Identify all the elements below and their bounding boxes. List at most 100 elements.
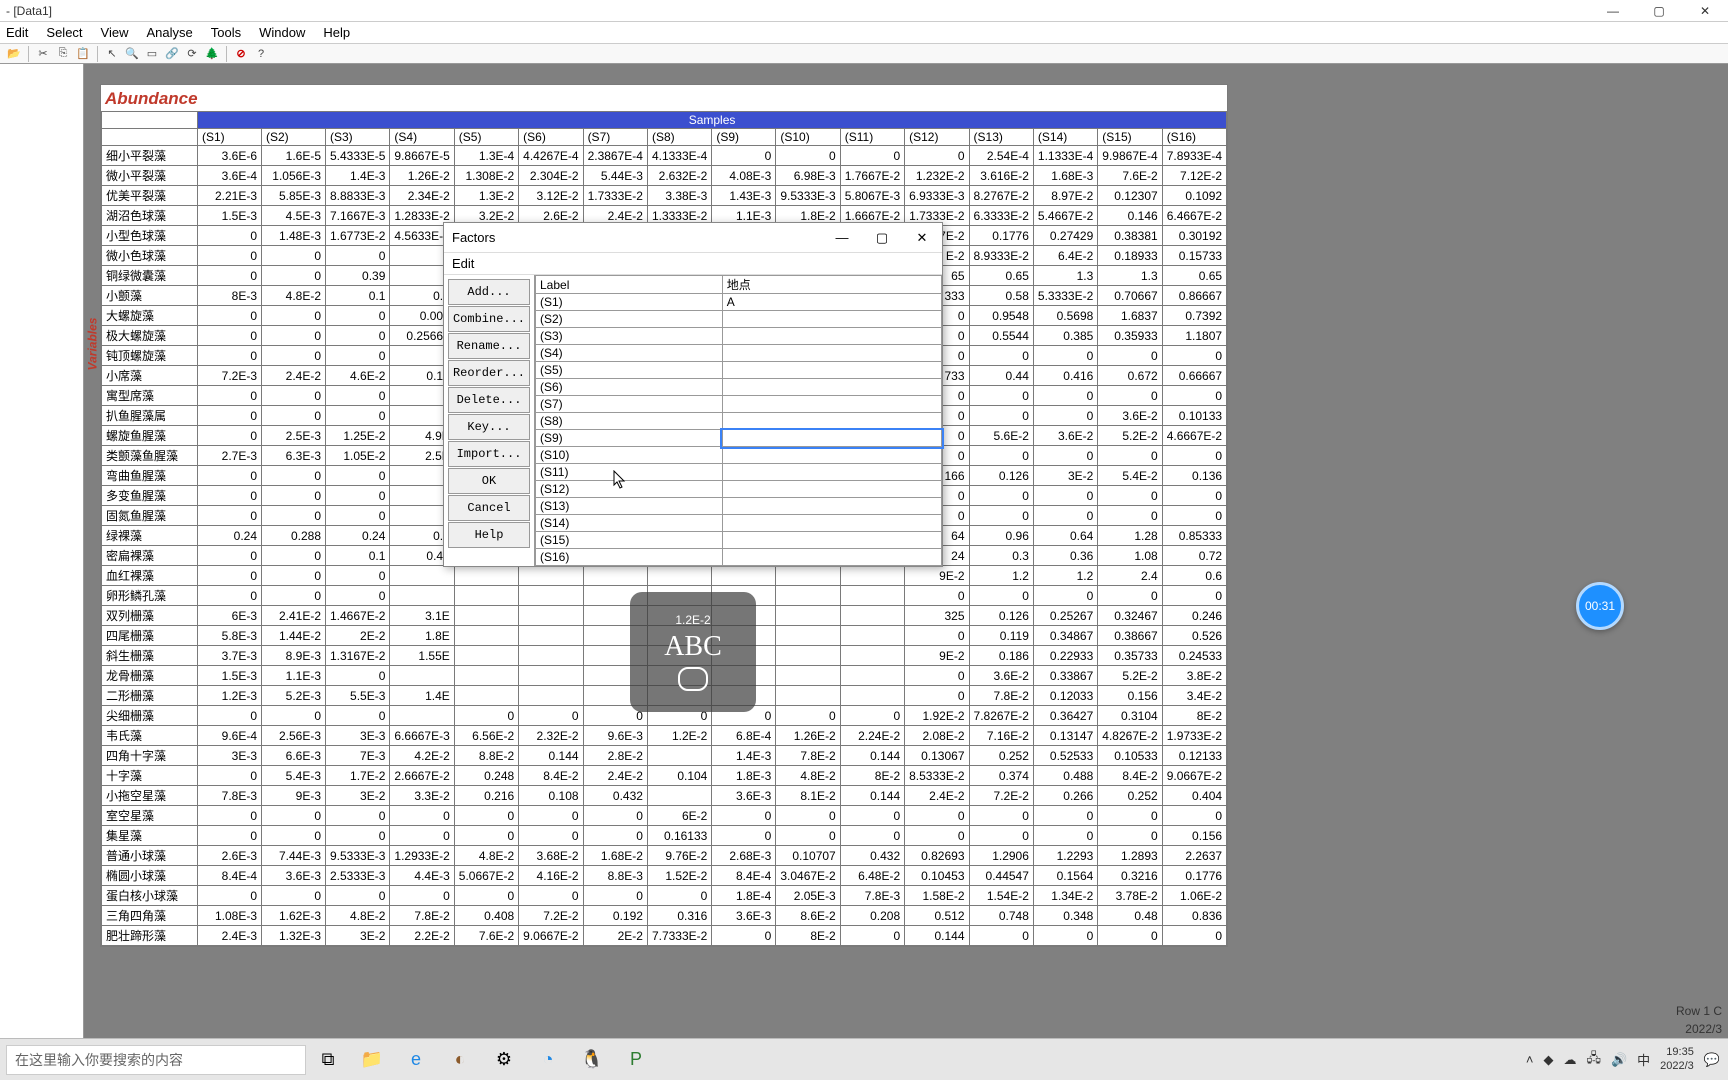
data-cell[interactable]: 1.9733E-2 (1162, 726, 1226, 746)
data-cell[interactable]: 2.6E-3 (198, 846, 262, 866)
data-cell[interactable]: 0 (583, 806, 647, 826)
data-cell[interactable]: 0 (776, 806, 840, 826)
data-cell[interactable]: 1.52E-2 (647, 866, 711, 886)
data-cell[interactable]: 0 (1162, 346, 1226, 366)
data-cell[interactable]: 0.70667 (1098, 286, 1162, 306)
data-cell[interactable]: 0.144 (905, 926, 969, 946)
data-cell[interactable]: 1.34E-2 (1033, 886, 1097, 906)
data-cell[interactable]: 2.4E-2 (583, 766, 647, 786)
data-cell[interactable] (712, 566, 776, 586)
row-header[interactable]: 极大螺旋藻 (102, 326, 198, 346)
data-cell[interactable]: 8.6E-2 (776, 906, 840, 926)
data-cell[interactable]: 0.156 (1098, 686, 1162, 706)
data-cell[interactable]: 0 (262, 266, 326, 286)
data-cell[interactable]: 5.8E-3 (198, 626, 262, 646)
data-cell[interactable]: 1.6773E-2 (326, 226, 390, 246)
data-cell[interactable] (776, 686, 840, 706)
data-cell[interactable]: 0 (262, 886, 326, 906)
data-cell[interactable]: 3.6E-3 (262, 866, 326, 886)
data-cell[interactable]: 0 (1162, 806, 1226, 826)
cancel-button[interactable]: Cancel (448, 495, 530, 521)
data-cell[interactable]: 0.13147 (1033, 726, 1097, 746)
row-header[interactable]: 弯曲鱼腥藻 (102, 466, 198, 486)
column-header[interactable]: (S1) (198, 129, 262, 146)
data-cell[interactable]: 0.18933 (1098, 246, 1162, 266)
data-cell[interactable]: 2.7E-3 (198, 446, 262, 466)
data-cell[interactable]: 0.34867 (1033, 626, 1097, 646)
data-cell[interactable]: 7E-3 (326, 746, 390, 766)
factors-grid[interactable]: Label地点(S1)A(S2)(S3)(S4)(S5)(S6)(S7)(S8)… (535, 275, 942, 566)
data-cell[interactable]: 1.8E-4 (712, 886, 776, 906)
import-button[interactable]: Import... (448, 441, 530, 467)
data-cell[interactable]: 0 (198, 766, 262, 786)
dialog-menu-edit[interactable]: Edit (452, 256, 474, 271)
data-cell[interactable]: 0.96 (969, 526, 1033, 546)
data-cell[interactable]: 1.08E-3 (198, 906, 262, 926)
data-cell[interactable]: 5.2E-2 (1098, 426, 1162, 446)
data-cell[interactable]: 1.55E (390, 646, 454, 666)
data-cell[interactable]: 0.186 (969, 646, 1033, 666)
data-cell[interactable]: 0 (198, 326, 262, 346)
stop-icon[interactable]: ⊘ (233, 46, 249, 62)
zoom-icon[interactable]: 🔍 (124, 46, 140, 62)
data-cell[interactable]: 0 (776, 826, 840, 846)
data-cell[interactable]: 0 (454, 886, 518, 906)
factors-label-cell[interactable]: (S2) (536, 311, 723, 328)
data-cell[interactable]: 7.8E-2 (776, 746, 840, 766)
row-header[interactable]: 龙骨栅藻 (102, 666, 198, 686)
data-cell[interactable]: 4.08E-3 (712, 166, 776, 186)
data-cell[interactable]: 0 (1098, 386, 1162, 406)
row-header[interactable]: 双列栅藻 (102, 606, 198, 626)
data-cell[interactable]: 0 (840, 826, 904, 846)
data-cell[interactable]: 0 (262, 326, 326, 346)
data-cell[interactable]: 2.05E-3 (776, 886, 840, 906)
data-cell[interactable]: 0 (647, 886, 711, 906)
column-header[interactable]: (S11) (840, 129, 904, 146)
data-cell[interactable]: 3E-2 (1033, 466, 1097, 486)
data-cell[interactable]: 8E-3 (198, 286, 262, 306)
data-cell[interactable]: 0 (840, 146, 904, 166)
data-cell[interactable]: 5.4E-3 (262, 766, 326, 786)
data-cell[interactable]: 0.512 (905, 906, 969, 926)
data-cell[interactable]: 2.632E-2 (647, 166, 711, 186)
data-cell[interactable]: 0.348 (1033, 906, 1097, 926)
data-cell[interactable]: 1.2893 (1098, 846, 1162, 866)
paste-icon[interactable]: 📋 (75, 46, 91, 62)
data-cell[interactable]: 0 (905, 686, 969, 706)
data-cell[interactable]: 4.8E-2 (262, 286, 326, 306)
data-cell[interactable]: 0 (969, 806, 1033, 826)
data-cell[interactable]: 3.1E (390, 606, 454, 626)
data-cell[interactable]: 0 (1033, 506, 1097, 526)
data-cell[interactable]: 0 (1162, 446, 1226, 466)
data-cell[interactable]: 6E-2 (647, 806, 711, 826)
column-header[interactable]: (S14) (1033, 129, 1097, 146)
row-header[interactable]: 小型色球藻 (102, 226, 198, 246)
data-cell[interactable]: 8.4E-4 (712, 866, 776, 886)
data-cell[interactable] (583, 566, 647, 586)
data-cell[interactable]: 0.44 (969, 366, 1033, 386)
refresh-icon[interactable]: ⟳ (184, 46, 200, 62)
factors-label-cell[interactable]: (S14) (536, 515, 723, 532)
row-header[interactable]: 普通小球藻 (102, 846, 198, 866)
qq-icon[interactable]: 🐧 (570, 1039, 614, 1081)
data-cell[interactable]: 0 (905, 666, 969, 686)
link-icon[interactable]: 🔗 (164, 46, 180, 62)
data-cell[interactable]: 0 (198, 426, 262, 446)
data-cell[interactable]: 3.78E-2 (1098, 886, 1162, 906)
menu-analyse[interactable]: Analyse (147, 25, 193, 40)
data-cell[interactable]: 0.104 (647, 766, 711, 786)
add-button[interactable]: Add... (448, 279, 530, 305)
column-header[interactable]: (S15) (1098, 129, 1162, 146)
row-header[interactable]: 小拖空星藻 (102, 786, 198, 806)
data-cell[interactable]: 0 (198, 466, 262, 486)
data-cell[interactable]: 0 (519, 826, 583, 846)
data-cell[interactable]: 7.16E-2 (969, 726, 1033, 746)
data-cell[interactable]: 6.8E-4 (712, 726, 776, 746)
data-cell[interactable]: 0 (198, 226, 262, 246)
data-cell[interactable]: 0.5698 (1033, 306, 1097, 326)
data-cell[interactable]: 0.192 (583, 906, 647, 926)
data-cell[interactable]: 0.252 (969, 746, 1033, 766)
data-cell[interactable]: 0 (198, 406, 262, 426)
data-cell[interactable]: 3E-2 (326, 926, 390, 946)
data-cell[interactable] (519, 606, 583, 626)
